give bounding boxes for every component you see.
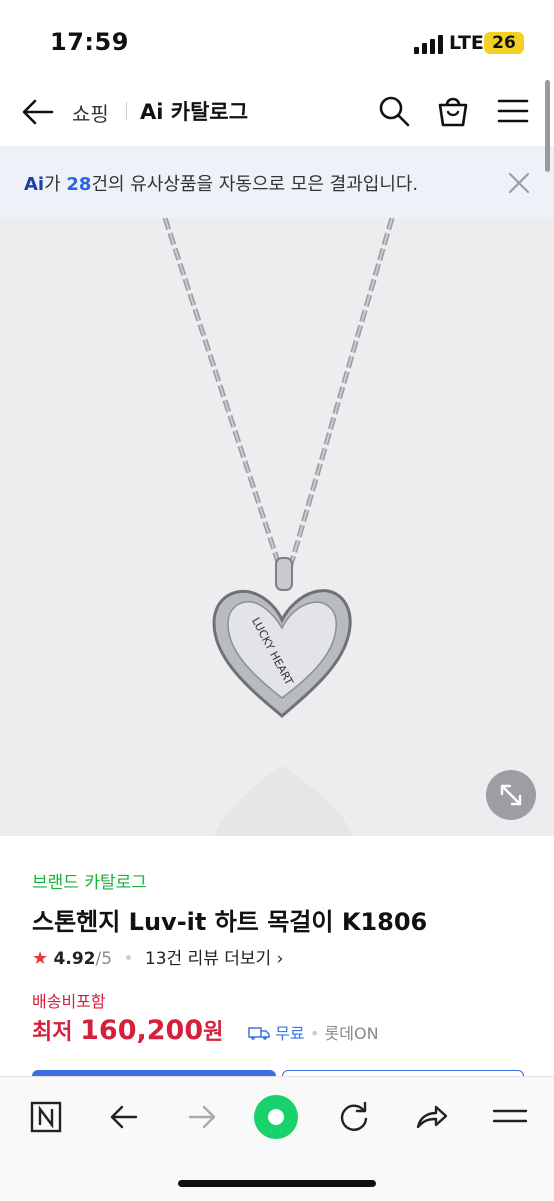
necklace-image: LUCKY HEART — [162, 218, 395, 836]
more-menu-icon[interactable] — [488, 1095, 532, 1139]
network-label: LTE — [449, 32, 484, 54]
scrollbar[interactable] — [545, 80, 550, 172]
expand-image-button[interactable] — [486, 770, 536, 820]
expand-icon — [500, 784, 522, 806]
chevron-right-icon: › — [271, 949, 284, 969]
header-divider — [126, 102, 127, 120]
naver-home-icon[interactable] — [24, 1095, 68, 1139]
price-prefix: 최저 — [32, 1020, 81, 1045]
green-dot-icon[interactable] — [254, 1095, 298, 1139]
price-unit: 원 — [203, 1020, 224, 1045]
page-title: Ai 카탈로그 — [140, 100, 249, 124]
shopping-link[interactable]: 쇼핑 — [72, 98, 109, 127]
rating-row: ★ 4.92/5 • 13건 리뷰 더보기 › — [32, 944, 283, 969]
back-icon[interactable] — [102, 1095, 146, 1139]
star-icon: ★ — [32, 948, 49, 969]
delivery-label: 무료 — [275, 1024, 305, 1043]
seller-label: 롯데ON — [324, 1024, 379, 1043]
close-icon[interactable] — [506, 170, 532, 196]
status-bar: 17:59 LTE 26 — [0, 0, 554, 76]
ai-logo: Ai — [24, 174, 45, 195]
price-value: 160,200 — [80, 1015, 204, 1046]
back-arrow-icon[interactable] — [20, 94, 56, 130]
seller-name: • 롯데ON — [310, 1024, 379, 1043]
similar-count: 28 — [66, 174, 92, 195]
share-icon[interactable] — [410, 1095, 454, 1139]
battery-icon: 26 — [484, 32, 524, 54]
reviews-link[interactable]: 13건 리뷰 더보기 — [145, 949, 271, 969]
menu-icon[interactable] — [495, 93, 531, 129]
banner-prefix: 가 — [44, 174, 67, 195]
price-row: 최저 160,200원 — [32, 1014, 223, 1046]
product-image[interactable]: LUCKY HEART — [0, 218, 554, 836]
search-icon[interactable] — [376, 93, 412, 129]
rating-value: 4.92 — [53, 949, 96, 969]
ai-info-banner: Ai가 28건의 유사상품을 자동으로 모은 결과입니다. — [0, 146, 554, 218]
product-title: 스톤헨지 Luv-it 하트 목걸이 K1806 — [32, 908, 428, 936]
banner-suffix: 건의 유사상품을 자동으로 모은 결과입니다. — [91, 174, 419, 195]
app-header: 쇼핑 Ai 카탈로그 — [0, 76, 554, 146]
refresh-icon[interactable] — [332, 1095, 376, 1139]
shipping-note: 배송비포함 — [32, 992, 106, 1011]
rating-max: /5 — [95, 949, 113, 969]
truck-icon — [248, 1027, 270, 1040]
home-indicator — [178, 1180, 376, 1187]
separator-dot: • — [123, 949, 134, 969]
product-info: 브랜드 카탈로그 스톤헨지 Luv-it 하트 목걸이 K1806 ★ 4.92… — [0, 836, 554, 1076]
shopping-bag-icon[interactable] — [435, 93, 471, 129]
forward-icon[interactable] — [180, 1095, 224, 1139]
ai-banner-text: Ai가 28건의 유사상품을 자동으로 모은 결과입니다. — [24, 170, 418, 196]
brand-catalog-link[interactable]: 브랜드 카탈로그 — [32, 868, 147, 893]
status-time: 17:59 — [50, 28, 129, 56]
free-delivery: 무료 — [248, 1020, 305, 1044]
signal-icon — [414, 34, 444, 54]
